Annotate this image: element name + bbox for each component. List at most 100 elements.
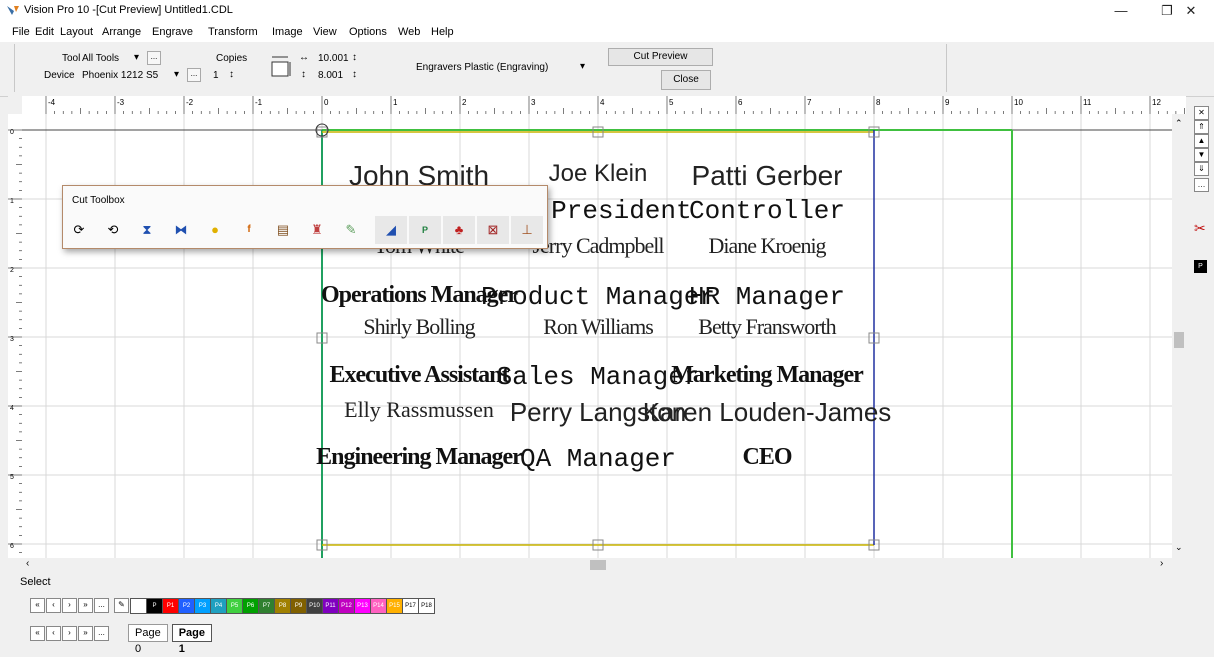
- menu-edit[interactable]: Edit: [35, 26, 54, 38]
- page-nav-button[interactable]: «: [30, 626, 45, 641]
- cut-preview-button[interactable]: Cut Preview: [608, 48, 713, 66]
- flip-icon[interactable]: ⧓: [171, 220, 191, 240]
- material-select[interactable]: Engravers Plastic (Engraving): [416, 62, 548, 73]
- badge-name[interactable]: Diane Kroenig: [708, 233, 826, 259]
- pen-p-icon[interactable]: P: [1194, 260, 1207, 273]
- scroll-top-icon[interactable]: ⇑: [1194, 120, 1209, 134]
- menu-image[interactable]: Image: [272, 26, 303, 38]
- badge-name[interactable]: Shirly Bolling: [363, 314, 475, 340]
- color-swatch[interactable]: P4: [210, 598, 227, 614]
- colorbar-nav-button[interactable]: ...: [94, 598, 109, 613]
- color-swatch[interactable]: P15: [386, 598, 403, 614]
- width-input[interactable]: 10.001: [318, 53, 349, 64]
- badge-title[interactable]: CEO: [742, 444, 792, 471]
- close-button[interactable]: ✕: [1168, 0, 1214, 22]
- material-dropdown-arrow[interactable]: ▾: [580, 61, 585, 72]
- color-swatch[interactable]: P1: [162, 598, 179, 614]
- marker-icon[interactable]: P: [409, 216, 441, 244]
- menu-view[interactable]: View: [313, 26, 337, 38]
- badge-title[interactable]: QA Manager: [520, 444, 676, 474]
- menu-options[interactable]: Options: [349, 26, 387, 38]
- device-browse-button[interactable]: ...: [187, 68, 201, 82]
- badge-title[interactable]: Engineering Manager: [316, 444, 523, 471]
- tool-browse-button[interactable]: ...: [147, 51, 161, 65]
- pen-tool-icon[interactable]: ✎: [114, 598, 129, 613]
- badge-title[interactable]: Executive Assistant: [330, 362, 510, 389]
- horizontal-scroll-thumb[interactable]: [590, 560, 606, 570]
- page-nav-button[interactable]: ‹: [46, 626, 61, 641]
- colorbar-nav-button[interactable]: ‹: [46, 598, 61, 613]
- copies-spinner[interactable]: ↕: [229, 69, 234, 80]
- colorbar-nav-button[interactable]: «: [30, 598, 45, 613]
- menu-help[interactable]: Help: [431, 26, 454, 38]
- scroll-down-icon[interactable]: ▼: [1194, 148, 1209, 162]
- badge-name[interactable]: Joe Klein: [549, 160, 648, 188]
- badge-title[interactable]: Controller: [689, 196, 845, 226]
- badge-name[interactable]: Elly Rassmussen: [344, 397, 494, 423]
- badge-name[interactable]: Patti Gerber: [692, 160, 843, 192]
- menu-engrave[interactable]: Engrave: [152, 26, 193, 38]
- copies-input[interactable]: 1: [213, 70, 219, 81]
- color-swatch[interactable]: P13: [354, 598, 371, 614]
- width-spinner[interactable]: ↕: [352, 52, 357, 63]
- scroll-up-icon[interactable]: ▲: [1194, 134, 1209, 148]
- height-spinner[interactable]: ↕: [352, 69, 357, 80]
- colorbar-nav-button[interactable]: »: [78, 598, 93, 613]
- rotate-ccw-icon[interactable]: ⟲: [103, 220, 123, 240]
- badge-name[interactable]: Ron Williams: [543, 314, 654, 340]
- vertical-scroll-thumb[interactable]: [1174, 332, 1184, 348]
- color-swatch[interactable]: P9: [290, 598, 307, 614]
- page-tab[interactable]: Page 1: [171, 624, 212, 655]
- scroll-down-arrow-icon[interactable]: ⌄: [1175, 542, 1183, 553]
- vertical-scrollbar[interactable]: ⌃ ⌄: [1172, 114, 1186, 558]
- zoom-close-icon[interactable]: ✕: [1194, 106, 1209, 120]
- device-dropdown-arrow[interactable]: ▾: [174, 69, 179, 80]
- colorbar-nav-button[interactable]: ›: [62, 598, 77, 613]
- tool-dropdown-arrow[interactable]: ▾: [134, 52, 139, 63]
- height-input[interactable]: 8.001: [318, 70, 343, 81]
- menu-arrange[interactable]: Arrange: [102, 26, 141, 38]
- engrave-icon[interactable]: ◢: [375, 216, 407, 244]
- badge-name[interactable]: Betty Fransworth: [698, 314, 836, 340]
- badge-title[interactable]: Marketing Manager: [671, 362, 864, 389]
- ruler-corner[interactable]: [8, 96, 22, 114]
- color-swatch[interactable]: P6: [242, 598, 259, 614]
- badge-title[interactable]: Product Manager: [481, 282, 715, 312]
- color-swatch[interactable]: P2: [178, 598, 195, 614]
- scroll-right-arrow-icon[interactable]: ›: [1160, 558, 1163, 569]
- color-swatch[interactable]: P7: [258, 598, 275, 614]
- scissors-icon[interactable]: ✂: [1194, 220, 1206, 237]
- color-swatch[interactable]: P5: [226, 598, 243, 614]
- color-swatch[interactable]: P14: [370, 598, 387, 614]
- tool-select[interactable]: All Tools: [82, 53, 119, 64]
- more-icon[interactable]: …: [1194, 178, 1209, 192]
- color-swatch[interactable]: P18: [418, 598, 435, 614]
- scroll-left-arrow-icon[interactable]: ‹: [26, 558, 29, 569]
- font-icon[interactable]: f: [239, 220, 259, 240]
- design-canvas[interactable]: John Smith Joe Klein ce-President Patti Ger…: [22, 114, 1186, 558]
- badge-title[interactable]: Sales Manager: [497, 362, 700, 392]
- page-nav-button[interactable]: ...: [94, 626, 109, 641]
- badge-name[interactable]: Karen Louden-James: [643, 397, 892, 428]
- color-swatch[interactable]: P10: [306, 598, 323, 614]
- color-swatch[interactable]: P: [146, 598, 163, 614]
- scroll-up-arrow-icon[interactable]: ⌃: [1175, 118, 1183, 129]
- badge-name[interactable]: Jerry Cadmpbell: [532, 233, 664, 259]
- color-swatch[interactable]: P12: [338, 598, 355, 614]
- horizontal-scrollbar[interactable]: ‹ ›: [22, 558, 1172, 572]
- color-swatch[interactable]: [130, 598, 147, 614]
- close-preview-button[interactable]: Close: [661, 70, 711, 90]
- menu-web[interactable]: Web: [398, 26, 420, 38]
- scroll-bottom-icon[interactable]: ⇓: [1194, 162, 1209, 176]
- erase-icon[interactable]: ⊠: [477, 216, 509, 244]
- fill-icon[interactable]: ⧗: [137, 220, 157, 240]
- color-swatch[interactable]: P3: [194, 598, 211, 614]
- color-swatch[interactable]: P11: [322, 598, 339, 614]
- pin-icon[interactable]: ⊥: [511, 216, 543, 244]
- menu-file[interactable]: File: [12, 26, 30, 38]
- page-tab[interactable]: Page 0: [128, 624, 168, 655]
- cut-toolbox-panel[interactable]: Cut Toolbox ⟳ ⟲ ⧗ ⧓ ● f ▤ ♜ ✎ ◢ P ♣ ⊠ ⊥: [62, 185, 548, 249]
- raster-icon[interactable]: ▤: [273, 220, 293, 240]
- layer-icon[interactable]: ♜: [307, 220, 327, 240]
- color-swatch[interactable]: P17: [402, 598, 419, 614]
